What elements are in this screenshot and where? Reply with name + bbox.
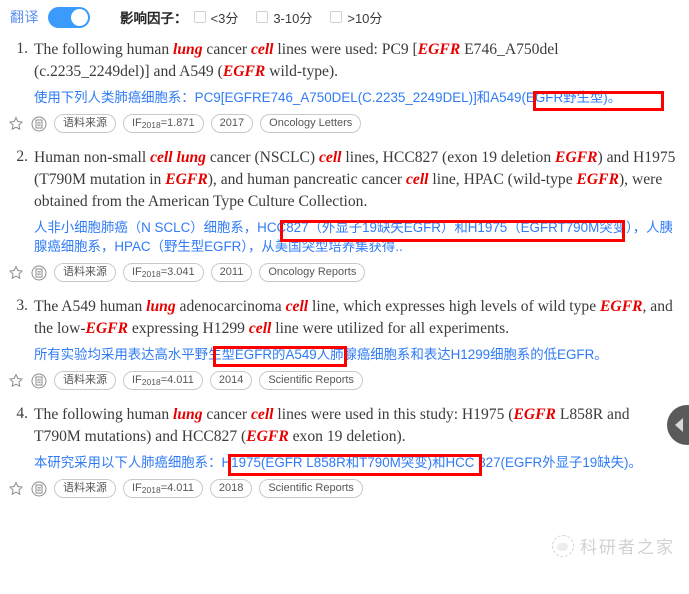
journal-tag[interactable]: Scientific Reports (259, 479, 363, 498)
journal-tag[interactable]: Oncology Reports (259, 263, 366, 282)
translation-sentence[interactable]: 使用下列人类肺癌细胞系：PC9[EGFRE746_A750DEL(C.2235_… (34, 88, 677, 107)
impact-factor-filters: <3分 3-10分 >10分 (193, 8, 401, 27)
english-sentence: Human non-small cell lung cancer (NSCLC)… (34, 149, 676, 210)
corpus-source-tag[interactable]: 语料来源 (54, 263, 116, 282)
impact-factor-label: 影响因子： (120, 11, 188, 26)
impact-factor-tag[interactable]: IF2018=3.041 (123, 263, 204, 282)
meta-row: 语料来源 IF2018=1.871 2017 Oncology Letters (8, 114, 677, 133)
star-icon[interactable] (8, 264, 24, 281)
keyword-term: cell (248, 320, 272, 337)
corpus-source-tag[interactable]: 语料来源 (54, 114, 116, 133)
if-year: 2018 (141, 485, 161, 495)
keyword-term: cell (251, 406, 274, 423)
keyword-term: EGFR (222, 63, 266, 80)
english-sentence: The following human lung cancer cell lin… (34, 406, 630, 445)
checkbox-icon[interactable] (193, 11, 206, 23)
checkbox-icon[interactable] (256, 11, 269, 23)
keyword-term: EGFR (555, 149, 598, 166)
if-prefix: IF (132, 482, 142, 494)
filter-3to10-label: 3-10分 (273, 10, 313, 26)
filter-3to10[interactable]: 3-10分 (256, 8, 312, 27)
item-index: 4. (16, 405, 28, 422)
filter-gt10[interactable]: >10分 (330, 8, 382, 27)
filter-lt3-label: <3分 (210, 10, 239, 26)
meta-row: 语料来源 IF2018=3.041 2011 Oncology Reports (8, 263, 677, 282)
translation-sentence[interactable]: 人非小细胞肺癌（N SCLC）细胞系，HCC827（外显子19缺失EGFR）和H… (34, 218, 677, 256)
list-item: 3. The A549 human lung adenocarcinoma ce… (8, 296, 677, 390)
if-year: 2018 (141, 377, 161, 387)
keyword-term: EGFR (165, 171, 208, 188)
if-prefix: IF (132, 266, 142, 278)
translate-label: 翻译 (10, 9, 39, 25)
if-prefix: IF (132, 374, 142, 386)
translate-toggle[interactable] (48, 6, 90, 28)
keyword-term: EGFR (85, 320, 129, 337)
corpus-source-tag[interactable]: 语料来源 (54, 479, 116, 498)
item-index: 2. (16, 148, 28, 165)
impact-factor-tag[interactable]: IF2018=4.011 (123, 371, 203, 390)
keyword-term: lung (173, 41, 203, 58)
meta-row: 语料来源 IF2018=4.011 2018 Scientific Report… (8, 479, 677, 498)
translation-sentence[interactable]: 所有实验均采用表达高水平野生型EGFR的A549人肺腺癌细胞系和表达H1299细… (34, 345, 677, 364)
keyword-term: lung (146, 298, 176, 315)
if-value: =3.041 (160, 266, 195, 278)
year-tag[interactable]: 2017 (210, 114, 254, 133)
keyword-term: EGFR (417, 41, 461, 58)
if-year: 2018 (141, 120, 161, 130)
keyword-term: cell (406, 171, 429, 188)
document-icon[interactable] (31, 265, 47, 281)
english-sentence: The A549 human lung adenocarcinoma cell … (34, 298, 673, 337)
keyword-term: EGFR (600, 298, 643, 315)
if-value: =4.011 (160, 374, 194, 386)
cloud-logo-icon (552, 534, 574, 557)
results-list: 1. The following human lung cancer cell … (0, 34, 689, 498)
list-item: 1. The following human lung cancer cell … (8, 39, 677, 133)
filter-lt3[interactable]: <3分 (193, 8, 239, 27)
filter-gt10-label: >10分 (347, 10, 383, 26)
toggle-knob (71, 8, 88, 26)
keyword-term: cell lung (150, 149, 206, 166)
year-tag[interactable]: 2018 (209, 479, 253, 498)
keyword-term: cell (285, 298, 309, 315)
document-icon[interactable] (31, 373, 47, 389)
journal-tag[interactable]: Oncology Letters (260, 114, 362, 133)
chevron-left-icon (675, 418, 683, 432)
item-index: 3. (16, 297, 28, 314)
watermark-text: 科研者之家 (580, 538, 675, 558)
english-sentence: The following human lung cancer cell lin… (34, 41, 559, 80)
keyword-term: EGFR (246, 428, 289, 445)
list-item: 2. Human non-small cell lung cancer (NSC… (8, 147, 677, 282)
document-icon[interactable] (31, 481, 47, 497)
document-icon[interactable] (31, 116, 47, 132)
watermark: 科研者之家 (552, 533, 675, 558)
year-tag[interactable]: 2011 (210, 263, 253, 282)
keyword-term: EGFR (576, 171, 619, 188)
year-tag[interactable]: 2014 (209, 371, 253, 390)
meta-row: 语料来源 IF2018=4.011 2014 Scientific Report… (8, 371, 677, 390)
keyword-term: lung (173, 406, 203, 423)
checkbox-icon[interactable] (330, 11, 343, 23)
if-value: =4.011 (160, 482, 194, 494)
if-value: =1.871 (160, 117, 195, 129)
if-prefix: IF (132, 117, 142, 129)
list-item: 4. The following human lung cancer cell … (8, 404, 677, 498)
impact-factor-tag[interactable]: IF2018=4.011 (123, 479, 203, 498)
item-index: 1. (16, 40, 28, 57)
star-icon[interactable] (8, 372, 24, 389)
star-icon[interactable] (8, 480, 24, 497)
top-toolbar: 翻译 影响因子： <3分 3-10分 >10分 (0, 0, 689, 34)
translation-sentence[interactable]: 本研究采用以下人肺癌细胞系：H1975(EGFR L858R和T790M突变)和… (34, 453, 677, 472)
corpus-source-tag[interactable]: 语料来源 (54, 371, 116, 390)
impact-factor-tag[interactable]: IF2018=1.871 (123, 114, 204, 133)
keyword-term: cell (319, 149, 342, 166)
keyword-term: cell (251, 41, 274, 58)
keyword-term: EGFR (513, 406, 556, 423)
star-icon[interactable] (8, 115, 24, 132)
if-year: 2018 (141, 269, 161, 279)
journal-tag[interactable]: Scientific Reports (259, 371, 363, 390)
